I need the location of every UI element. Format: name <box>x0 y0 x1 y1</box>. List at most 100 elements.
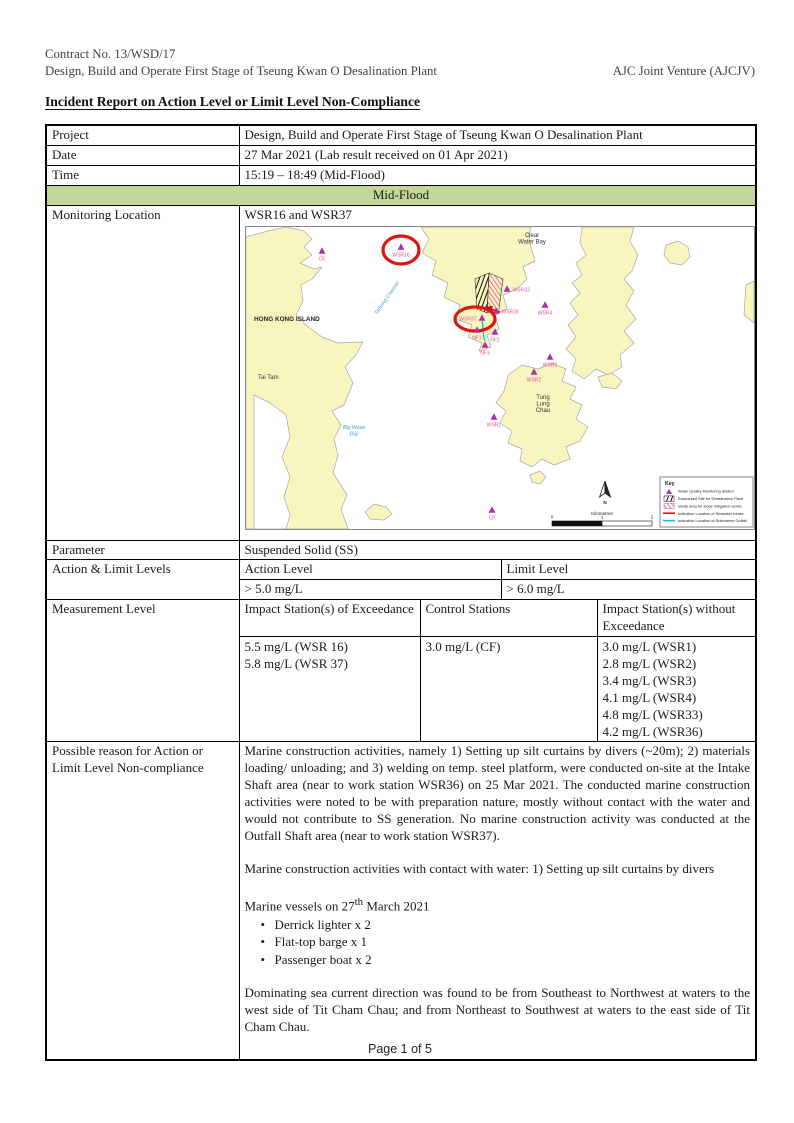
key-entry-label: Earmarked Site for Desalination Plant <box>678 496 744 501</box>
land-tung-lung-chau <box>496 363 588 467</box>
bullet-text: Passenger boat x 2 <box>275 951 372 969</box>
measurement-col2-values: 3.0 mg/L (CF) <box>420 637 597 742</box>
station-label: WSR3 <box>542 362 557 368</box>
bullet-item: •Flat-top barge x 1 <box>245 933 751 951</box>
station-label: WSR2 <box>526 377 541 383</box>
key-title: Key <box>665 481 675 487</box>
measurement-col3-header: Impact Station(s) without Exceedance <box>597 600 756 637</box>
exceedance-highlight-circle <box>383 236 419 264</box>
bullet-icon: • <box>245 916 275 934</box>
station-triangle-icon <box>546 353 553 360</box>
map-place-label: Tathong Channel <box>373 280 401 316</box>
time-value: 15:19 – 18:49 (Mid-Flood) <box>239 166 756 186</box>
reason-paragraph: Marine construction activities with cont… <box>245 861 751 878</box>
incident-table: Project Design, Build and Operate First … <box>45 124 757 1060</box>
bullet-item: •Passenger boat x 2 <box>245 951 751 969</box>
station-label: NF1 <box>472 335 482 341</box>
scale-tick-label: 2 <box>650 514 653 519</box>
limit-level-header: Limit Level <box>501 560 756 580</box>
scale-tick-label: 0 <box>550 514 553 519</box>
land-clear-water-bay-peninsula <box>566 227 638 379</box>
project-value: Design, Build and Operate First Stage of… <box>239 125 756 145</box>
key-entry-label: Water Quality Monitoring Station <box>678 488 734 493</box>
header-venture: AJC Joint Venture (AJCJV) <box>613 63 755 80</box>
station-triangle-icon <box>541 301 548 308</box>
tide-banner: Mid-Flood <box>46 185 756 205</box>
monitoring-map: CEWSR16WSR33WSR36WSR4WSR37NF1NF2NF3WSR3W… <box>245 226 753 535</box>
action-level-value: > 5.0 mg/L <box>239 580 501 600</box>
bullet-icon: • <box>245 933 275 951</box>
station-location-map: CEWSR16WSR33WSR36WSR4WSR37NF1NF2NF3WSR3W… <box>245 226 755 530</box>
station-label: WSR1 <box>486 422 501 428</box>
reason-paragraph: Marine vessels on 27th March 2021 <box>245 895 751 915</box>
levels-label: Action & Limit Levels <box>46 560 239 600</box>
measurement-col1-header: Impact Station(s) of Exceedance <box>239 600 420 637</box>
measurement-label: Measurement Level <box>46 600 239 742</box>
contract-number: Contract No. 13/WSD/17 <box>45 46 755 63</box>
land-islet-south <box>530 471 546 484</box>
map-station-WSR3: WSR3 <box>542 353 557 368</box>
map-key-legend: KeyWater Quality Monitoring Station Earma… <box>660 477 753 527</box>
parameter-label: Parameter <box>46 540 239 560</box>
station-triangle-icon <box>490 413 497 420</box>
map-station-CE: CE <box>318 247 326 262</box>
reason-paragraph: Marine construction activities, namely 1… <box>245 743 751 844</box>
incident-report-page: Contract No. 13/WSD/17 Design, Build and… <box>0 0 794 1123</box>
scale-bar: Kilometres 012 <box>550 511 653 526</box>
map-place-label: Tai Tam <box>258 375 279 381</box>
project-label: Project <box>46 125 239 145</box>
station-label: WSR36 <box>501 309 518 315</box>
station-triangle-icon <box>318 247 325 254</box>
measurement-value: 4.8 mg/L (WSR33) <box>603 706 751 723</box>
map-station-CF: CF <box>488 506 495 521</box>
key-entry-label: Indicative Location of Submarine Outfall <box>678 518 747 523</box>
vessel-bullet-list: •Derrick lighter x 2•Flat-top barge x 1•… <box>245 916 751 969</box>
date-value: 27 Mar 2021 (Lab result received on 01 A… <box>239 146 756 166</box>
measurement-col2-header: Control Stations <box>420 600 597 637</box>
measurement-value: 4.2 mg/L (WSR36) <box>603 723 751 740</box>
measurement-value: 3.4 mg/L (WSR3) <box>603 672 751 689</box>
map-place-label: HONG KONG ISLAND <box>254 316 320 323</box>
header-project-line: Design, Build and Operate First Stage of… <box>45 63 437 80</box>
measurement-value: 5.8 mg/L (WSR 37) <box>245 655 415 672</box>
land-small-island-topright <box>664 241 690 265</box>
monitoring-location-cell: WSR16 and WSR37 <box>239 205 756 540</box>
svg-text:N: N <box>603 500 607 505</box>
station-label: NF3 <box>480 350 490 356</box>
reason-content: Marine construction activities, namely 1… <box>239 742 756 1060</box>
page-title: Incident Report on Action Level or Limit… <box>45 94 755 110</box>
date-label: Date <box>46 146 239 166</box>
key-entry-label: Indicative Location of Seawater Intake <box>678 511 744 516</box>
station-label: NF2 <box>490 337 500 343</box>
time-label: Time <box>46 166 239 186</box>
map-station-WSR1: WSR1 <box>486 413 501 428</box>
monitoring-location-value: WSR16 and WSR37 <box>245 207 751 224</box>
station-triangle-icon <box>397 243 404 250</box>
key-study-area-icon <box>664 503 674 509</box>
land-islet-east <box>598 373 622 389</box>
bullet-text: Derrick lighter x 2 <box>275 916 371 934</box>
measurement-value: 2.8 mg/L (WSR2) <box>603 655 751 672</box>
key-earmarked-site-icon <box>664 496 674 502</box>
document-header: Contract No. 13/WSD/17 Design, Build and… <box>45 46 755 79</box>
land-islet-bottomleft <box>365 504 392 520</box>
limit-level-value: > 6.0 mg/L <box>501 580 756 600</box>
north-arrow: N <box>599 481 610 505</box>
station-label: CF <box>488 515 495 521</box>
bullet-item: •Derrick lighter x 2 <box>245 916 751 934</box>
reason-label: Possible reason for Action or Limit Leve… <box>46 742 239 1060</box>
key-entry-label: Study area for slope mitigation works <box>678 503 742 508</box>
measurement-value: 4.1 mg/L (WSR4) <box>603 689 751 706</box>
measurement-value: 3.0 mg/L (CF) <box>426 638 592 655</box>
station-label: WSR16 <box>392 252 409 258</box>
station-label: CE <box>318 256 326 262</box>
page-number: Page 1 of 5 <box>45 1042 755 1056</box>
measurement-col3-values: 3.0 mg/L (WSR1)2.8 mg/L (WSR2)3.4 mg/L (… <box>597 637 756 742</box>
measurement-col1-values: 5.5 mg/L (WSR 16)5.8 mg/L (WSR 37) <box>239 637 420 742</box>
land-right-edge <box>744 281 754 323</box>
measurement-value: 5.5 mg/L (WSR 16) <box>245 638 415 655</box>
action-level-header: Action Level <box>239 560 501 580</box>
map-station-WSR4: WSR4 <box>537 301 552 316</box>
map-station-WSR16: WSR16 <box>383 236 419 264</box>
bullet-icon: • <box>245 951 275 969</box>
